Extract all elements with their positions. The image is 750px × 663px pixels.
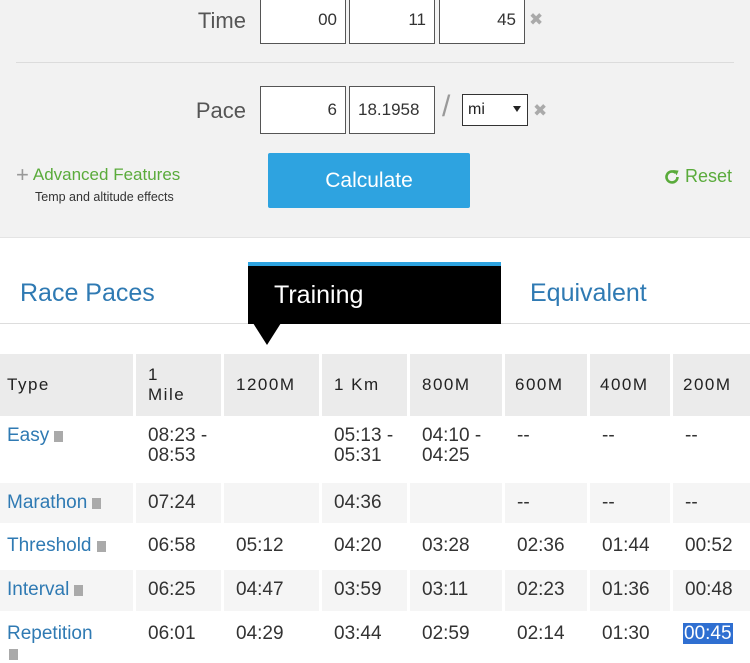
cell: 05:12 (224, 526, 319, 567)
type-marathon-link[interactable]: Marathon (0, 483, 133, 523)
cell: -- (590, 416, 670, 480)
cell: 04:10 - 04:25 (410, 416, 502, 480)
pace-label: Pace (195, 98, 246, 123)
header-200m: 200M (673, 354, 750, 416)
cell: 02:23 (505, 570, 587, 611)
reset-label: Reset (685, 166, 733, 186)
type-label: Easy (7, 425, 50, 446)
header-400m: 400M (590, 354, 670, 416)
selected-text[interactable]: 00:45 (683, 623, 733, 644)
document-icon (92, 498, 102, 509)
time-label: Time (197, 8, 246, 33)
type-easy-link[interactable]: Easy (0, 416, 133, 480)
cell: 06:58 (136, 526, 221, 567)
reset-button[interactable]: Reset (664, 166, 732, 187)
refresh-icon (665, 169, 679, 184)
type-label: Marathon (7, 492, 88, 513)
cell: 08:23 - 08:53 (136, 416, 221, 480)
table-header: Type 1 Mile 1200M 1 Km 800M 600M 400M 20… (0, 354, 750, 416)
cell: 04:47 (224, 570, 319, 611)
cell: 06:25 (136, 570, 221, 611)
pace-unit-select[interactable]: mi (462, 94, 528, 126)
cell: 03:44 (322, 614, 407, 663)
divider (16, 62, 734, 63)
cell: -- (673, 416, 750, 480)
type-label: Interval (7, 579, 70, 600)
pace-slash: / (442, 90, 451, 123)
type-label: Threshold (7, 535, 92, 556)
header-800m: 800M (410, 354, 502, 416)
cell: 01:44 (590, 526, 670, 567)
cell: -- (505, 416, 587, 480)
time-hours-input[interactable]: 00 (260, 0, 346, 44)
type-interval-link[interactable]: Interval (0, 570, 133, 611)
header-600m: 600M (505, 354, 587, 416)
time-minutes-input[interactable]: 11 (349, 0, 435, 44)
table-row: Easy 08:23 - 08:53 05:13 - 05:31 04:10 -… (0, 416, 750, 480)
cell: 00:52 (673, 526, 750, 567)
clear-time-icon[interactable]: ✖ (529, 10, 543, 30)
time-seconds-input[interactable]: 45 (439, 0, 525, 44)
cell (410, 483, 502, 523)
cell: 03:11 (410, 570, 502, 611)
cell (224, 483, 319, 523)
pace-seconds-input[interactable]: 18.1958 (349, 86, 435, 134)
cell: 06:01 (136, 614, 221, 663)
cell: 02:14 (505, 614, 587, 663)
tab-equivalent[interactable]: Equivalent (530, 262, 647, 324)
cell: -- (505, 483, 587, 523)
cell: 02:59 (410, 614, 502, 663)
table-row: Marathon 07:24 04:36 -- -- -- (0, 483, 750, 523)
cell: 07:24 (136, 483, 221, 523)
cell: 02:36 (505, 526, 587, 567)
tab-race-paces[interactable]: Race Paces (20, 262, 155, 324)
cell: 03:59 (322, 570, 407, 611)
table-row: Repetition 06:01 04:29 03:44 02:59 02:14… (0, 614, 750, 663)
table-row: Threshold 06:58 05:12 04:20 03:28 02:36 … (0, 526, 750, 567)
document-icon (96, 541, 106, 552)
header-1-mile: 1 Mile (136, 354, 221, 416)
pace-unit-value: mi (468, 101, 485, 118)
cell: 00:48 (673, 570, 750, 611)
type-threshold-link[interactable]: Threshold (0, 526, 133, 567)
document-icon (54, 431, 64, 442)
document-icon (9, 649, 18, 660)
document-icon (74, 585, 84, 596)
tab-training[interactable]: Training (248, 262, 501, 324)
cell: 04:20 (322, 526, 407, 567)
active-tab-pointer (253, 323, 281, 345)
cell: 01:36 (590, 570, 670, 611)
cell: 05:13 - 05:31 (322, 416, 407, 480)
header-1200m: 1200M (224, 354, 319, 416)
type-repetition-link[interactable]: Repetition (0, 614, 133, 663)
cell: -- (590, 483, 670, 523)
pace-minutes-input[interactable]: 6 (260, 86, 346, 134)
cell: -- (673, 483, 750, 523)
cell: 01:30 (590, 614, 670, 663)
calculate-button[interactable]: Calculate (268, 153, 470, 208)
calculator-panel: Time 00 11 45 ✖ Pace 6 18.1958 / mi ✖ + … (0, 0, 750, 238)
chevron-down-icon (513, 106, 521, 112)
cell: 04:36 (322, 483, 407, 523)
advanced-features-link[interactable]: + Advanced Features (16, 164, 180, 186)
header-1-km: 1 Km (322, 354, 407, 416)
cell: 03:28 (410, 526, 502, 567)
type-label: Repetition (7, 623, 93, 644)
cell: 04:29 (224, 614, 319, 663)
advanced-features-subtitle: Temp and altitude effects (35, 190, 174, 204)
clear-pace-icon[interactable]: ✖ (533, 101, 547, 121)
header-type: Type (0, 354, 133, 416)
table-row: Interval 06:25 04:47 03:59 03:11 02:23 0… (0, 570, 750, 611)
plus-icon: + (16, 162, 29, 187)
cell: 00:45 (673, 614, 750, 663)
cell (224, 416, 319, 480)
advanced-features-label: Advanced Features (32, 165, 181, 184)
